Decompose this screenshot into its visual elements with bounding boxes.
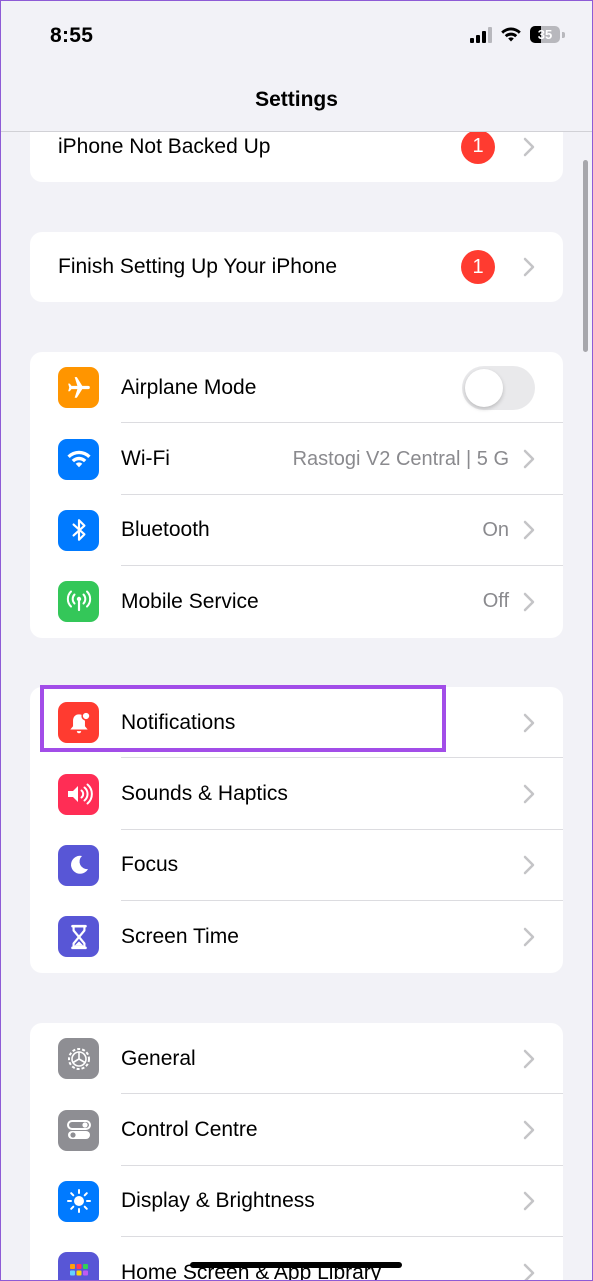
- backup-row[interactable]: iPhone Not Backed Up 1: [30, 132, 563, 182]
- chevron-right-icon: [523, 1120, 535, 1140]
- chevron-right-icon: [523, 521, 535, 540]
- chevron-right-icon: [523, 137, 535, 156]
- row-screen-time[interactable]: Screen Time: [30, 901, 563, 972]
- wifi-icon: [58, 438, 99, 480]
- focus-label: Focus: [121, 853, 179, 877]
- sun-icon: [58, 1180, 99, 1222]
- gear-icon: [58, 1038, 99, 1080]
- row-control-centre[interactable]: Control Centre: [30, 1094, 563, 1166]
- chevron-right-icon: [523, 1263, 535, 1281]
- row-wifi[interactable]: Wi-Fi Rastogi V2 Central | 5 G: [30, 423, 563, 495]
- airplane-mode-label: Airplane Mode: [121, 375, 257, 399]
- battery-tip: [562, 31, 565, 38]
- setup-group: Finish Setting Up Your iPhone 1: [30, 232, 563, 302]
- backup-label: iPhone Not Backed Up: [58, 134, 271, 158]
- airplane-mode-toggle[interactable]: [462, 365, 535, 410]
- display-brightness-label: Display & Brightness: [121, 1189, 315, 1213]
- connectivity-group: Airplane Mode Wi-Fi Rastogi V2 Central |…: [30, 352, 563, 638]
- wifi-icon: [501, 27, 521, 42]
- chevron-right-icon: [523, 927, 535, 947]
- setup-row[interactable]: Finish Setting Up Your iPhone 1: [30, 232, 563, 302]
- bluetooth-icon: [58, 509, 99, 551]
- status-icons: 35: [470, 26, 565, 43]
- chevron-right-icon: [523, 784, 535, 804]
- chevron-right-icon: [523, 713, 535, 732]
- status-time: 8:55: [50, 24, 94, 47]
- row-bluetooth[interactable]: Bluetooth On: [30, 495, 563, 567]
- alerts-group: Notifications Sounds & Haptics Focus Scr…: [30, 687, 563, 973]
- switches-icon: [58, 1109, 99, 1151]
- speaker-icon: [58, 773, 99, 815]
- control-centre-label: Control Centre: [121, 1118, 258, 1142]
- settings-list[interactable]: iPhone Not Backed Up 1 Finish Setting Up…: [0, 132, 593, 1281]
- antenna-icon: [58, 581, 99, 623]
- chevron-right-icon: [523, 592, 535, 612]
- row-mobile-service[interactable]: Mobile Service Off: [30, 566, 563, 637]
- sounds-haptics-label: Sounds & Haptics: [121, 782, 288, 806]
- battery-icon: 35: [530, 26, 560, 43]
- bluetooth-value: On: [482, 518, 509, 541]
- navigation-bar: Settings: [0, 70, 593, 132]
- screen-time-label: Screen Time: [121, 924, 239, 948]
- mobile-service-label: Mobile Service: [121, 589, 259, 613]
- setup-badge: 1: [461, 250, 495, 284]
- mobile-service-value: Off: [482, 590, 509, 613]
- row-notifications[interactable]: Notifications: [30, 687, 563, 759]
- hourglass-icon: [58, 916, 99, 958]
- general-group: General Control Centre Display & Brightn…: [30, 1023, 563, 1281]
- backup-badge: 1: [461, 132, 495, 164]
- wifi-label: Wi-Fi: [121, 447, 170, 471]
- row-display-brightness[interactable]: Display & Brightness: [30, 1166, 563, 1238]
- battery-percent: 35: [537, 27, 553, 42]
- bell-icon: [58, 702, 99, 744]
- row-general[interactable]: General: [30, 1023, 563, 1095]
- bluetooth-label: Bluetooth: [121, 518, 210, 542]
- signal-icon: [470, 26, 492, 43]
- row-sounds-haptics[interactable]: Sounds & Haptics: [30, 758, 563, 830]
- general-label: General: [121, 1046, 196, 1070]
- chevron-right-icon: [523, 1192, 535, 1211]
- moon-icon: [58, 844, 99, 886]
- status-bar: 8:55 35: [0, 0, 593, 70]
- home-indicator[interactable]: [190, 1262, 402, 1268]
- setup-label: Finish Setting Up Your iPhone: [58, 255, 338, 278]
- chevron-right-icon: [523, 257, 535, 277]
- backup-group: iPhone Not Backed Up 1: [30, 132, 563, 182]
- chevron-right-icon: [523, 449, 535, 469]
- chevron-right-icon: [523, 1049, 535, 1068]
- airplane-icon: [58, 367, 99, 409]
- chevron-right-icon: [523, 856, 535, 875]
- grid-icon: [58, 1252, 99, 1281]
- row-airplane-mode[interactable]: Airplane Mode: [30, 352, 563, 424]
- notifications-label: Notifications: [121, 710, 236, 734]
- scroll-indicator[interactable]: [583, 160, 588, 352]
- wifi-value: Rastogi V2 Central | 5 G: [292, 447, 509, 470]
- row-home-screen[interactable]: Home Screen & App Library: [30, 1237, 563, 1281]
- row-focus[interactable]: Focus: [30, 830, 563, 902]
- page-title: Settings: [255, 88, 338, 111]
